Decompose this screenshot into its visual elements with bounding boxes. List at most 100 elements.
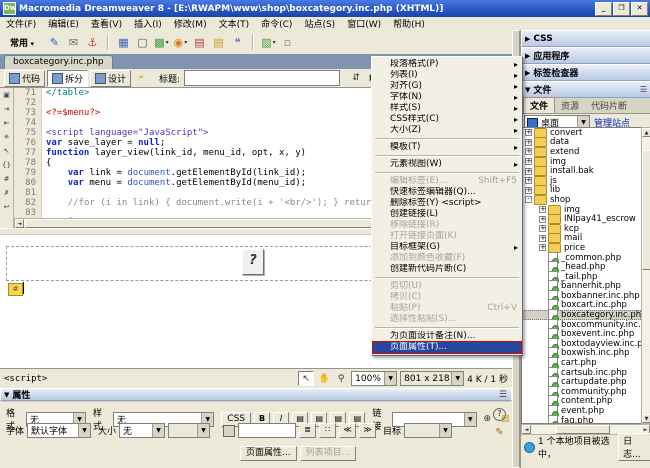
tree-item[interactable]: cartupdate.php [522, 377, 641, 387]
expander-icon[interactable]: + [539, 235, 546, 242]
indent-button[interactable]: ≫ [359, 423, 376, 438]
context-menu-item[interactable]: 删除标签(Y) <script> [373, 198, 521, 209]
menubar-item[interactable]: 帮助(H) [387, 17, 431, 30]
outdent-button[interactable]: ≪ [339, 423, 356, 438]
expander-icon[interactable]: + [525, 158, 532, 165]
tree-item[interactable]: +convert [522, 128, 641, 138]
tree-item[interactable]: +INIpay41_escrow [522, 214, 641, 224]
context-menu-item[interactable]: CSS样式(C) [373, 114, 521, 125]
expander-icon[interactable]: + [525, 148, 532, 155]
size-select[interactable]: 无▼ [119, 423, 165, 438]
context-menu-item[interactable]: 对齐(G) [373, 81, 521, 92]
context-menu-item[interactable]: 目标框架(G) [373, 242, 521, 253]
design-view-button[interactable]: 设计 [90, 70, 131, 87]
tree-item[interactable]: -shop [522, 195, 641, 205]
dropdown-arrow-icon[interactable]: ▾ [273, 39, 276, 46]
context-menu-item[interactable]: 快速标签编辑器(Q)... [373, 187, 521, 198]
panel-menu-icon[interactable]: ☰ [499, 390, 507, 400]
split-view-button[interactable]: 拆分 [47, 70, 88, 87]
tree-item[interactable]: _common.php [522, 253, 641, 263]
tree-item[interactable]: _tail.php [522, 272, 641, 282]
expander-icon[interactable]: + [525, 187, 532, 194]
live-data-icon[interactable]: 🗲 [133, 71, 149, 85]
menubar-item[interactable]: 命令(C) [255, 17, 298, 30]
panel-header-css[interactable]: ▶CSS [521, 30, 650, 47]
expand-all-icon[interactable]: ✳ [1, 132, 13, 143]
context-menu-item[interactable]: 页面属性(T)... [373, 342, 521, 353]
tree-item[interactable]: _head.php [522, 262, 641, 272]
context-menu-item[interactable]: 为页面设计备注(N)... [373, 331, 521, 342]
files-tab-3[interactable]: 代码片断 [585, 98, 633, 113]
tree-item[interactable]: event.php [522, 406, 641, 416]
close-button[interactable]: ✕ [631, 2, 648, 16]
restore-button[interactable]: ❐ [613, 2, 630, 16]
expander-icon[interactable]: + [525, 129, 532, 136]
context-menu-item[interactable]: 创建链接(L) [373, 209, 521, 220]
tree-item[interactable]: cart.php [522, 358, 641, 368]
panel-header-应用程序[interactable]: ▶应用程序 [521, 47, 650, 64]
expander-icon[interactable]: + [539, 225, 546, 232]
wrap-icon[interactable]: ↩ [1, 202, 13, 213]
tag-chooser-icon[interactable]: ▫ [279, 34, 296, 51]
expander-icon[interactable]: + [539, 216, 546, 223]
color-value-input[interactable] [238, 423, 296, 438]
select-parent-tag-icon[interactable]: ↖ [1, 146, 13, 157]
title-input[interactable] [184, 70, 340, 86]
tree-item[interactable]: cartsub.inc.php [522, 368, 641, 378]
context-menu-item[interactable]: 样式(S) [373, 103, 521, 114]
tree-item[interactable]: +install.bak [522, 166, 641, 176]
tree-item[interactable]: boxtodayview.inc.php [522, 339, 641, 349]
comment-icon[interactable]: ❝ [229, 34, 246, 51]
collapse-full-tag-icon[interactable]: ⇥ [1, 104, 13, 115]
script-marker-icon[interactable]: # [8, 283, 23, 296]
expander-icon[interactable]: + [539, 244, 546, 251]
expander-icon[interactable]: + [525, 139, 532, 146]
menubar-item[interactable]: 文件(F) [0, 17, 42, 30]
menubar-item[interactable]: 修改(M) [168, 17, 213, 30]
open-documents-icon[interactable]: ▣ [1, 90, 13, 101]
email-link-icon[interactable]: ✉ [65, 34, 82, 51]
panel-options-icon[interactable]: ☰ [640, 85, 647, 94]
scroll-left-icon[interactable]: ◄ [522, 425, 531, 434]
insert-category-dropdown[interactable]: 常用 [6, 35, 38, 50]
files-tab-1[interactable]: 文件 [523, 97, 555, 113]
context-menu-item[interactable]: 大小(Z) [373, 125, 521, 136]
tree-item[interactable]: faq.php [522, 416, 641, 424]
file-management-icon[interactable]: ⇵ [348, 71, 364, 85]
named-anchor-icon[interactable]: ⚓ [84, 34, 101, 51]
zoom-level-select[interactable]: 100%▼ [351, 371, 397, 386]
tree-item[interactable]: +img [522, 205, 641, 215]
tree-item[interactable]: +price [522, 243, 641, 253]
select-tool-icon[interactable]: ↖ [298, 371, 314, 386]
date-icon[interactable]: ▤ [191, 34, 208, 51]
expander-icon[interactable]: + [539, 206, 546, 213]
expander-icon[interactable]: + [525, 168, 532, 175]
ordered-list-button[interactable]: ≣ [299, 423, 316, 438]
menubar-item[interactable]: 查看(V) [85, 17, 128, 30]
insert-div-icon[interactable]: ▢ [134, 34, 151, 51]
dropdown-arrow-icon[interactable]: ▾ [184, 39, 187, 46]
properties-header[interactable]: ▼ 属性 ☰ [0, 388, 512, 401]
hyperlink-icon[interactable]: ✎ [46, 34, 63, 51]
menubar-item[interactable]: 站点(S) [298, 17, 341, 30]
files-tab-2[interactable]: 资源 [555, 98, 585, 113]
hand-tool-icon[interactable]: ✋ [317, 372, 331, 385]
template-icon[interactable]: ▧▾ [260, 34, 277, 51]
context-menu-item[interactable]: 元素视图(W) [373, 159, 521, 170]
menubar-item[interactable]: 文本(T) [213, 17, 256, 30]
context-menu-item[interactable]: 创建新代码片断(C) [373, 264, 521, 275]
highlight-invalid-icon[interactable]: ✗ [1, 188, 13, 199]
panel-header-标签检查器[interactable]: ▶标签检查器 [521, 64, 650, 81]
server-include-icon[interactable]: ▤ [210, 34, 227, 51]
scroll-down-icon[interactable]: ▼ [642, 414, 650, 423]
window-size-select[interactable]: 801 x 218▼ [400, 371, 464, 386]
expander-icon[interactable]: + [525, 177, 532, 184]
tree-item[interactable]: +js [522, 176, 641, 186]
tree-item[interactable]: boxcommunity.inc.php [522, 320, 641, 330]
collapse-selection-icon[interactable]: ⇤ [1, 118, 13, 129]
dropdown-arrow-icon[interactable]: ▾ [166, 39, 169, 46]
tree-item[interactable]: bannerhit.php [522, 282, 641, 292]
menubar-item[interactable]: 插入(I) [128, 17, 168, 30]
tree-item[interactable]: community.php [522, 387, 641, 397]
scroll-up-icon[interactable]: ▲ [642, 128, 650, 137]
